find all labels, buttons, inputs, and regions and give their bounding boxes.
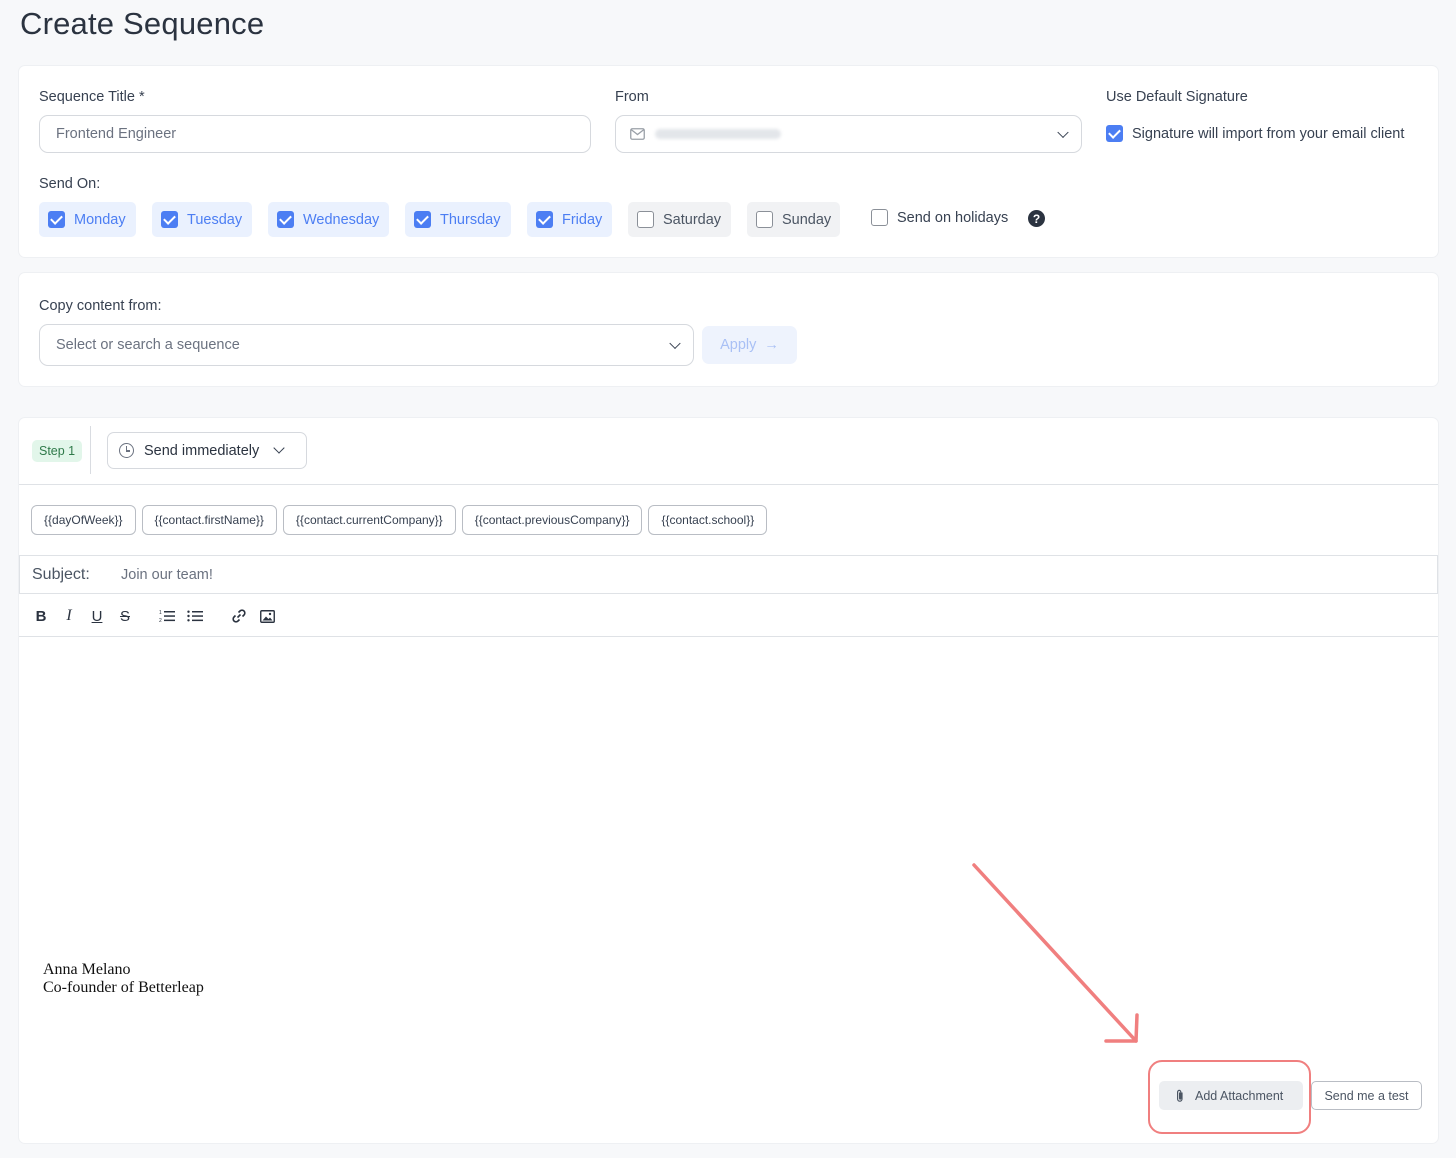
checkbox-unchecked-icon xyxy=(637,211,654,228)
day-label: Thursday xyxy=(440,211,501,228)
sequence-title-input[interactable]: Frontend Engineer xyxy=(39,115,591,153)
subject-label: Subject: xyxy=(32,565,90,583)
default-signature-checkbox[interactable]: Signature will import from your email cl… xyxy=(1106,125,1404,142)
send-on-label: Send On: xyxy=(39,176,101,192)
day-label: Friday xyxy=(562,211,603,228)
day-tuesday[interactable]: Tuesday xyxy=(152,202,252,237)
svg-text:1: 1 xyxy=(159,610,162,616)
variable-chip[interactable]: {{contact.firstName}} xyxy=(141,505,277,535)
link-icon[interactable] xyxy=(231,607,247,625)
checkbox-checked-icon xyxy=(277,211,294,228)
day-label: Wednesday xyxy=(303,211,380,228)
day-label: Sunday xyxy=(782,211,832,228)
day-saturday[interactable]: Saturday xyxy=(628,202,731,237)
copy-sequence-placeholder: Select or search a sequence xyxy=(56,337,240,353)
default-signature-label: Use Default Signature xyxy=(1106,89,1248,105)
signature-name: Anna Melano xyxy=(43,961,131,978)
add-attachment-label: Add Attachment xyxy=(1195,1088,1284,1103)
bold-button[interactable]: B xyxy=(34,607,48,625)
day-label: Monday xyxy=(74,211,126,228)
mail-icon xyxy=(630,128,645,140)
strikethrough-button[interactable]: S xyxy=(118,607,132,625)
copy-sequence-select[interactable]: Select or search a sequence xyxy=(39,324,694,366)
image-icon[interactable] xyxy=(259,607,275,625)
svg-text:2: 2 xyxy=(159,618,162,623)
checkbox-unchecked-icon xyxy=(756,211,773,228)
checkbox-checked-icon xyxy=(1106,125,1123,142)
day-label: Tuesday xyxy=(187,211,243,228)
variable-chip[interactable]: {{contact.previousCompany}} xyxy=(461,505,643,535)
day-sunday[interactable]: Sunday xyxy=(747,202,840,237)
day-monday[interactable]: Monday xyxy=(39,202,136,237)
from-email-redacted xyxy=(655,129,781,139)
send-on-holidays-checkbox[interactable]: Send on holidays xyxy=(871,209,1008,226)
day-friday[interactable]: Friday xyxy=(527,202,612,237)
chevron-down-icon xyxy=(273,441,285,454)
copy-content-label: Copy content from: xyxy=(39,298,162,314)
checkbox-checked-icon xyxy=(48,211,65,228)
apply-button[interactable]: Apply → xyxy=(702,326,797,364)
clock-icon xyxy=(119,443,134,458)
step-badge: Step 1 xyxy=(32,440,83,462)
send-on-holidays-label: Send on holidays xyxy=(897,209,1009,226)
italic-button[interactable]: I xyxy=(62,607,76,625)
checkbox-unchecked-icon xyxy=(871,209,888,226)
add-attachment-button[interactable]: Add Attachment xyxy=(1159,1081,1303,1110)
underline-button[interactable]: U xyxy=(90,607,104,625)
send-test-button[interactable]: Send me a test xyxy=(1311,1081,1422,1110)
variable-chip[interactable]: {{contact.school}} xyxy=(648,505,768,535)
signature-role: Co-founder of Betterleap xyxy=(43,979,204,996)
variable-chips: {{dayOfWeek}} {{contact.firstName}} {{co… xyxy=(31,505,768,535)
subject-value: Join our team! xyxy=(121,566,213,583)
email-signature: Anna Melano Co-founder of Betterleap xyxy=(43,961,204,997)
ordered-list-icon[interactable]: 12 xyxy=(159,607,175,625)
from-label: From xyxy=(615,89,649,105)
bullet-list-icon[interactable] xyxy=(187,607,203,625)
help-icon[interactable]: ? xyxy=(1028,210,1045,227)
day-thursday[interactable]: Thursday xyxy=(405,202,511,237)
arrow-right-icon: → xyxy=(764,337,779,353)
divider xyxy=(19,484,1438,485)
send-timing-label: Send immediately xyxy=(144,442,260,459)
day-wednesday[interactable]: Wednesday xyxy=(268,202,389,237)
checkbox-checked-icon xyxy=(536,211,553,228)
variable-chip[interactable]: {{dayOfWeek}} xyxy=(31,505,136,535)
apply-label: Apply xyxy=(720,337,757,353)
subject-field[interactable]: Subject: Join our team! xyxy=(19,555,1438,594)
editor-toolbar: B I U S 12 xyxy=(19,594,1438,637)
from-select[interactable] xyxy=(615,115,1082,153)
day-label: Saturday xyxy=(663,211,722,228)
annotation-arrow-icon xyxy=(972,863,1139,1043)
checkbox-checked-icon xyxy=(161,211,178,228)
sequence-title-label: Sequence Title * xyxy=(39,89,145,105)
checkbox-checked-icon xyxy=(414,211,431,228)
variable-chip[interactable]: {{contact.currentCompany}} xyxy=(282,505,456,535)
paperclip-icon xyxy=(1177,1089,1183,1102)
page-title: Create Sequence xyxy=(20,6,265,41)
divider xyxy=(90,426,91,474)
chevron-down-icon xyxy=(669,337,681,350)
chevron-down-icon xyxy=(1057,126,1069,139)
default-signature-text: Signature will import from your email cl… xyxy=(1132,125,1405,142)
sequence-title-value: Frontend Engineer xyxy=(56,126,177,142)
send-timing-dropdown[interactable]: Send immediately xyxy=(107,432,307,469)
